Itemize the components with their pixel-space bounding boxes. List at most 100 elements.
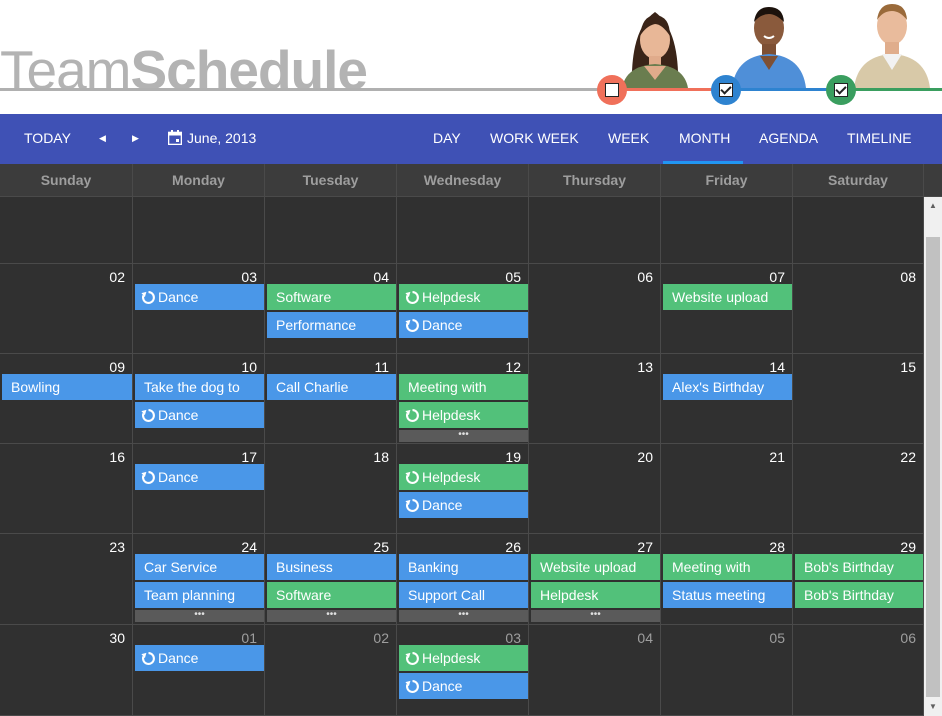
employee-1-toggle[interactable] [597, 75, 627, 105]
day-cell[interactable] [529, 197, 661, 264]
day-cell[interactable] [0, 197, 133, 264]
today-button[interactable]: TODAY [24, 114, 71, 164]
day-cell[interactable]: 06 [793, 625, 924, 716]
scrollbar-thumb[interactable] [926, 237, 940, 697]
event-item[interactable]: Dance [135, 402, 264, 428]
event-item[interactable]: Helpdesk [531, 582, 660, 608]
caret-right-icon[interactable]: ▶ [132, 114, 139, 164]
event-item[interactable]: Helpdesk [399, 284, 528, 310]
day-cell[interactable] [397, 197, 529, 264]
view-month-tab[interactable]: MONTH [679, 114, 730, 164]
event-item[interactable]: Performance [267, 312, 396, 338]
day-cell[interactable]: 09 Bowling [0, 354, 133, 444]
more-events-button[interactable]: ••• [135, 610, 264, 622]
day-cell[interactable] [265, 197, 397, 264]
more-events-button[interactable]: ••• [399, 610, 528, 622]
event-item[interactable]: Dance [399, 312, 528, 338]
event-title: Banking [408, 559, 459, 575]
vertical-scrollbar[interactable]: ▲ ▼ [924, 197, 942, 716]
event-item[interactable]: Bob's Birthday [795, 582, 923, 608]
view-day-tab[interactable]: DAY [433, 114, 461, 164]
event-item[interactable]: Banking [399, 554, 528, 580]
day-cell[interactable]: 03 Helpdesk Dance [397, 625, 529, 716]
day-cell[interactable]: 21 [661, 444, 793, 534]
day-cell[interactable]: 02 [0, 264, 133, 354]
day-cell[interactable] [133, 197, 265, 264]
day-cell[interactable]: 10 Take the dog to Dance [133, 354, 265, 444]
event-item[interactable]: Take the dog to [135, 374, 264, 400]
event-item[interactable]: Software [267, 582, 396, 608]
day-number: 01 [241, 630, 257, 646]
event-item[interactable]: Dance [399, 492, 528, 518]
day-cell[interactable]: 27 Website upload Helpdesk ••• [529, 534, 661, 625]
day-cell[interactable]: 17 Dance [133, 444, 265, 534]
day-cell[interactable]: 16 [0, 444, 133, 534]
day-cell[interactable] [793, 197, 924, 264]
day-cell[interactable]: 01 Dance [133, 625, 265, 716]
event-item[interactable]: Dance [135, 284, 264, 310]
day-cell[interactable]: 22 [793, 444, 924, 534]
day-cell[interactable]: 15 [793, 354, 924, 444]
day-cell[interactable]: 18 [265, 444, 397, 534]
day-cell[interactable]: 26 Banking Support Call ••• [397, 534, 529, 625]
event-item[interactable]: Dance [135, 645, 264, 671]
event-item[interactable]: Meeting with [663, 554, 792, 580]
day-cell[interactable]: 08 [793, 264, 924, 354]
day-cell[interactable]: 11 Call Charlie [265, 354, 397, 444]
view-work-week-tab[interactable]: WORK WEEK [490, 114, 579, 164]
event-item[interactable]: Helpdesk [399, 645, 528, 671]
day-cell[interactable] [661, 197, 793, 264]
event-item[interactable]: Status meeting [663, 582, 792, 608]
day-cell[interactable]: 12 Meeting with Helpdesk ••• [397, 354, 529, 444]
event-item[interactable]: Bob's Birthday [795, 554, 923, 580]
day-cell[interactable]: 25 Business Software ••• [265, 534, 397, 625]
event-item[interactable]: Helpdesk [399, 464, 528, 490]
event-item[interactable]: Dance [399, 673, 528, 699]
more-events-button[interactable]: ••• [267, 610, 396, 622]
view-timeline-tab[interactable]: TIMELINE [847, 114, 912, 164]
event-item[interactable]: Alex's Birthday [663, 374, 792, 400]
day-cell[interactable]: 06 [529, 264, 661, 354]
day-cell[interactable]: 23 [0, 534, 133, 625]
day-cell[interactable]: 14 Alex's Birthday [661, 354, 793, 444]
day-cell[interactable]: 02 [265, 625, 397, 716]
employee-2-toggle[interactable] [711, 75, 741, 105]
day-cell[interactable]: 28 Meeting with Status meeting [661, 534, 793, 625]
day-cell[interactable]: 07 Website upload [661, 264, 793, 354]
day-cell[interactable]: 20 [529, 444, 661, 534]
event-item[interactable]: Helpdesk [399, 402, 528, 428]
day-cell[interactable]: 04 [529, 625, 661, 716]
event-item[interactable]: Software [267, 284, 396, 310]
event-item[interactable]: Website upload [531, 554, 660, 580]
event-item[interactable]: Bowling [2, 374, 132, 400]
event-item[interactable]: Team planning [135, 582, 264, 608]
day-cell[interactable]: 19 Helpdesk Dance [397, 444, 529, 534]
event-item[interactable]: Support Call [399, 582, 528, 608]
event-item[interactable]: Dance [135, 464, 264, 490]
view-agenda-tab[interactable]: AGENDA [759, 114, 818, 164]
event-title: Car Service [144, 559, 218, 575]
day-cell[interactable]: 05 [661, 625, 793, 716]
scroll-up-icon[interactable]: ▲ [924, 197, 942, 215]
day-cell[interactable]: 13 [529, 354, 661, 444]
date-picker-button[interactable]: June, 2013 [167, 114, 256, 164]
day-cell[interactable]: 04 Software Performance [265, 264, 397, 354]
more-events-button[interactable]: ••• [399, 430, 528, 442]
scheduler-toolbar: TODAY ◀ ▶ June, 2013 DAY WORK WEEK WEEK … [0, 114, 942, 164]
day-cell[interactable]: 05 Helpdesk Dance [397, 264, 529, 354]
event-item[interactable]: Website upload [663, 284, 792, 310]
event-item[interactable]: Car Service [135, 554, 264, 580]
scroll-down-icon[interactable]: ▼ [924, 698, 942, 716]
day-header-wednesday: Wednesday [397, 164, 529, 197]
day-cell[interactable]: 30 [0, 625, 133, 716]
event-item[interactable]: Business [267, 554, 396, 580]
day-cell[interactable]: 24 Car Service Team planning ••• [133, 534, 265, 625]
view-week-tab[interactable]: WEEK [608, 114, 649, 164]
event-item[interactable]: Call Charlie [267, 374, 396, 400]
more-events-button[interactable]: ••• [531, 610, 660, 622]
caret-left-icon[interactable]: ◀ [99, 114, 106, 164]
day-cell[interactable]: 03 Dance [133, 264, 265, 354]
event-item[interactable]: Meeting with [399, 374, 528, 400]
employee-3-toggle[interactable] [826, 75, 856, 105]
day-cell[interactable]: 29 Bob's Birthday Bob's Birthday [793, 534, 924, 625]
